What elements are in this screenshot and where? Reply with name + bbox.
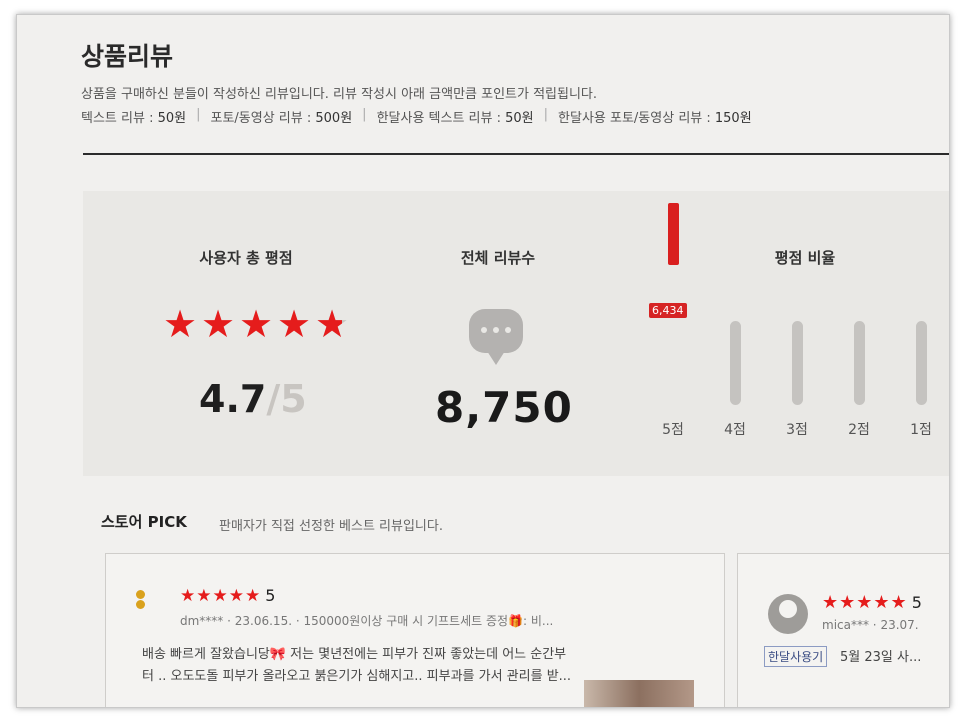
bar-track	[730, 321, 741, 405]
star-icon: ★	[163, 302, 198, 346]
bar-label: 4점	[724, 422, 746, 438]
review-card[interactable]: ★★★★★ 5 dm**** · 23.06.15. · 150000원이상 구매…	[105, 553, 725, 707]
store-pick-subtitle: 판매자가 직접 선정한 베스트 리뷰입니다.	[219, 519, 443, 534]
bar-label: 2점	[848, 422, 870, 438]
star-icon: ★	[201, 302, 236, 346]
review-meta: dm**** · 23.06.15. · 150000원이상 구매 시 기프트세…	[180, 614, 554, 628]
section-divider	[83, 153, 949, 155]
point-month-text-review: 한달사용 텍스트 리뷰 : 50원	[376, 111, 534, 126]
avatar	[768, 594, 808, 634]
rating-ratio-title: 평점 비율	[774, 249, 836, 267]
rating-score: 4.7/5	[199, 377, 307, 421]
bar-label: 3점	[786, 422, 808, 438]
review-card[interactable]: ★★★★★ 5 mica*** · 23.07. 한달사용기 5월 23일 사..…	[737, 553, 949, 707]
rating-title: 사용자 총 평점	[199, 249, 293, 267]
point-policy: 텍스트 리뷰 : 50원 | 포토/동영상 리뷰 : 500원 | 한달사용 텍…	[81, 107, 752, 126]
review-text: 배송 빠르게 잘왔습니당🎀 저는 몇년전에는 피부가 진짜 좋았는데 어느 순간…	[142, 647, 572, 684]
star-icon: ★	[277, 302, 312, 346]
review-count-title: 전체 리뷰수	[460, 249, 536, 267]
divider: |	[543, 107, 549, 122]
bar-fill	[668, 203, 679, 265]
review-stars: ★★★★★ 5	[822, 592, 923, 613]
partial-star-icon: ★★	[315, 302, 350, 346]
month-usage-tag: 한달사용기	[764, 646, 828, 667]
screen-frame: 상품리뷰 상품을 구매하신 분들이 작성하신 리뷰입니다. 리뷰 작성시 아래 …	[16, 14, 950, 708]
bar-track	[916, 321, 927, 405]
review-photo[interactable]	[584, 680, 694, 707]
divider: |	[196, 107, 201, 122]
grade-badge-icon	[136, 590, 146, 616]
bar-track	[792, 321, 803, 405]
rating-stars: ★ ★ ★ ★ ★★	[163, 305, 353, 343]
bar-label: 5점	[662, 422, 684, 438]
divider: |	[362, 107, 367, 122]
bar-track	[668, 321, 679, 405]
review-summary: 사용자 총 평점 ★ ★ ★ ★ ★★ 4.7/5 전체 리뷰수 8,750 평…	[83, 191, 949, 476]
point-month-photo-review: 한달사용 포토/동영상 리뷰 : 150원	[558, 111, 752, 126]
point-text-review: 텍스트 리뷰 : 50원	[81, 111, 187, 126]
review-intro: 상품을 구매하신 분들이 작성하신 리뷰입니다. 리뷰 작성시 아래 금액만큼 …	[81, 87, 598, 102]
review-text: 5월 23일 사...	[840, 650, 922, 665]
speech-bubble-icon	[469, 309, 523, 365]
review-count: 8,750	[435, 383, 573, 432]
bar-track	[854, 321, 865, 405]
bar-label: 1점	[910, 422, 932, 438]
rating-ratio-bars: 6,434 5점 4점 3점 2점 1점	[649, 203, 949, 451]
store-pick-title: 스토어 PICK	[101, 513, 187, 531]
review-meta: mica*** · 23.07.	[822, 618, 919, 632]
bar-count-badge: 6,434	[649, 303, 687, 318]
star-icon: ★	[239, 302, 274, 346]
page-title: 상품리뷰	[81, 42, 174, 71]
review-stars: ★★★★★ 5	[180, 586, 277, 606]
point-photo-review: 포토/동영상 리뷰 : 500원	[210, 111, 353, 126]
